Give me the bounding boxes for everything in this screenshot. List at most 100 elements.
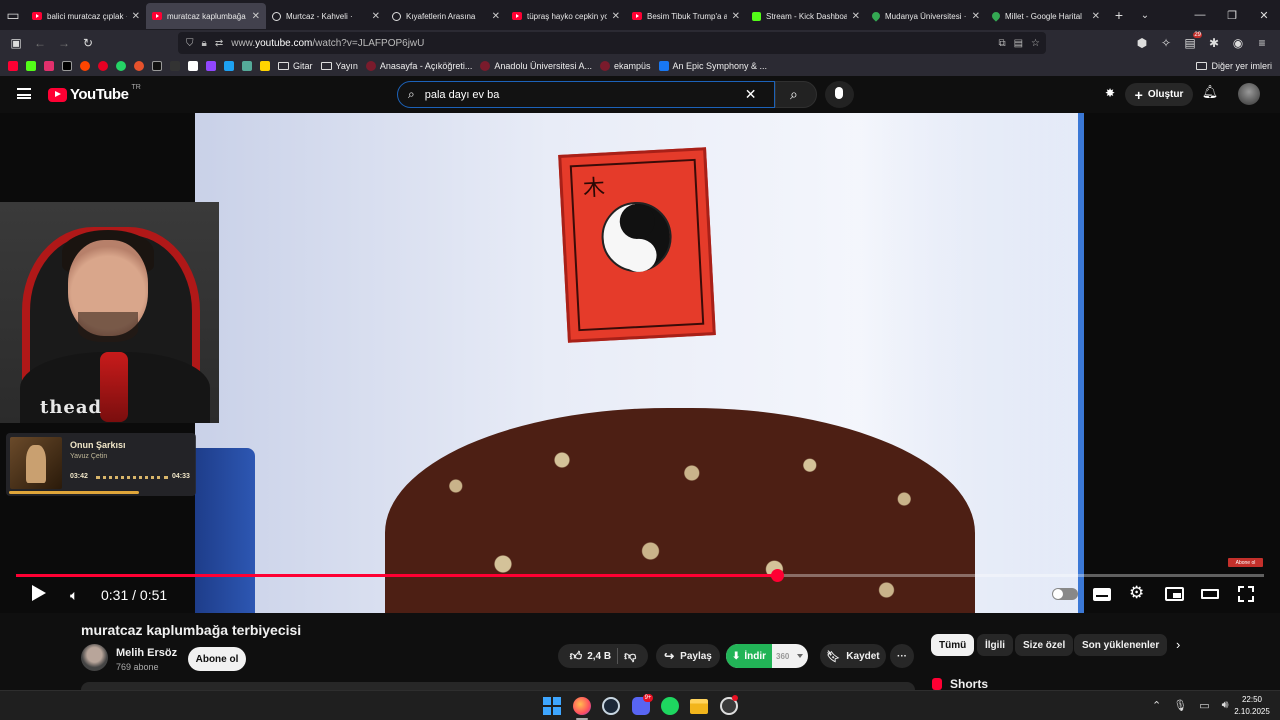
extension-badge-icon[interactable]: ▤ 29 [1178,32,1202,50]
search-button[interactable]: ⌕ [775,81,817,108]
subscribe-button[interactable]: Abone ol [188,647,246,671]
picture-in-picture-icon[interactable]: ⧉ [998,38,1005,49]
back-button[interactable]: ← [28,36,52,50]
bookmark-icon-8[interactable] [134,61,144,71]
close-tab-icon[interactable]: ✕ [492,11,500,22]
reload-button[interactable]: ↻ [76,36,100,50]
tray-microphone-icon[interactable]: 🎙︎ [1173,699,1187,712]
spotify-icon[interactable] [661,697,679,715]
settings-gear-icon[interactable]: ⚙ [1129,583,1144,603]
close-tab-icon[interactable]: ✕ [1092,11,1100,22]
video-frame[interactable]: ⽊ [195,113,1084,613]
forward-button[interactable]: → [52,36,76,50]
shield-icon[interactable]: ⛉ [186,38,194,49]
video-player[interactable]: ⽊ thead Onun Şarkısı Yavuz Çetin 03:42 0… [0,113,1280,613]
other-bookmarks[interactable]: Diğer yer imleri [1196,61,1272,71]
notifications-bell-icon[interactable]: 🔔︎ [1200,84,1220,104]
chip-for-you[interactable]: Size özel [1015,634,1074,656]
profile-icon[interactable]: ◉ [1226,36,1250,50]
voice-search-button[interactable] [825,81,854,108]
bookmark-icon-15[interactable] [260,61,270,71]
chip-recently-uploaded[interactable]: Son yüklenenler [1074,634,1168,656]
url-bar[interactable]: ⛉ 🔒︎ ⇄ www.youtube.com/watch?v=JLAFPOP6j… [178,32,1046,54]
chip-all[interactable]: Tümü [931,634,975,656]
close-window-button[interactable]: ✕ [1248,9,1280,22]
browser-tab[interactable]: Millet - Google Harital ✕ [986,3,1106,29]
resolution-dropdown-icon[interactable] [797,654,804,658]
windows-start-icon[interactable] [543,697,561,715]
bookmark-anadolu[interactable]: Anadolu Üniversitesi A... [480,61,592,71]
bookmark-epic-symphony[interactable]: An Epic Symphony & ... [658,61,767,71]
browser-tab[interactable]: balici muratcaz çıplak · ✕ [26,3,146,29]
lock-icon[interactable]: 🔒︎ [202,38,207,49]
save-button[interactable]: 🔖︎ Kaydet [820,644,886,668]
new-tab-button[interactable]: + [1106,7,1132,23]
tray-overflow-chevron-icon[interactable]: ⌃ [1152,699,1161,712]
bookmark-icon-13[interactable] [224,61,234,71]
browser-tab[interactable]: muratcaz kaplumbağa ✕ [146,3,266,29]
bookmark-gitar[interactable]: Gitar [278,61,313,71]
like-button[interactable]: 👍︎ 2,4 B [570,649,611,664]
autoplay-toggle[interactable] [1052,588,1078,600]
theater-mode-icon[interactable] [1201,589,1219,599]
subtitles-icon[interactable] [1093,588,1111,601]
tray-display-icon[interactable]: ▭ [1199,699,1209,712]
browser-tab[interactable]: Stream - Kick Dashboa ✕ [746,3,866,29]
dislike-button[interactable]: 👎︎ [624,649,636,664]
reddit-bookmark-icon[interactable] [80,61,90,71]
browser-tab[interactable]: Besim Tibuk Trump'a a ✕ [626,3,746,29]
steam-icon[interactable] [602,697,620,715]
volume-icon[interactable]: 🔈︎ [70,587,78,604]
x-bookmark-icon[interactable] [62,61,72,71]
sidebar-toggle-icon[interactable]: ▣ [4,36,28,50]
bookmark-icon-11[interactable] [188,61,198,71]
youtube-studio-icon[interactable]: ✸ [1102,86,1118,102]
search-input[interactable] [424,88,735,101]
extensions-puzzle-icon[interactable]: ✧ [1154,36,1178,50]
close-tab-icon[interactable]: ✕ [612,11,620,22]
channel-avatar[interactable] [81,644,108,671]
more-actions-button[interactable]: ··· [890,644,914,668]
create-button[interactable]: + Oluştur [1125,83,1193,106]
bookmark-yayin[interactable]: Yayın [320,61,358,71]
tab-list-icon[interactable]: ▭ [0,7,26,24]
tiktok-bookmark-icon[interactable] [152,61,162,71]
bookmark-anasayfa[interactable]: Anasayfa - Açıköğreti... [365,61,472,71]
subscribe-watermark[interactable]: Abone ol [1228,558,1263,567]
chip-related[interactable]: İlgili [977,634,1013,656]
browser-tab[interactable]: tüpraş hayko cepkin yo ✕ [506,3,626,29]
tab-overflow-chevron-icon[interactable]: ⌄ [1132,10,1158,21]
close-tab-icon[interactable]: ✕ [972,11,980,22]
search-box[interactable]: ⌕ ✕ [397,81,775,108]
bookmark-icon-10[interactable] [170,61,180,71]
share-button[interactable]: ↪ Paylaş [656,644,720,668]
bookmark-star-icon[interactable]: ☆ [1031,38,1040,49]
browser-tab[interactable]: Mudanya Üniversitesi · ✕ [866,3,986,29]
pinterest-bookmark-icon[interactable] [98,61,108,71]
file-explorer-icon[interactable] [690,699,708,714]
extension-icon[interactable]: ⬢ [1130,36,1154,50]
browser-tab[interactable]: Murtcaz - Kahveli · ✕ [266,3,386,29]
browser-tab[interactable]: Kıyafetlerin Arasına ✕ [386,3,506,29]
close-tab-icon[interactable]: ✕ [732,11,740,22]
reader-view-icon[interactable]: ▤ [1014,38,1023,49]
firefox-icon[interactable] [573,697,591,715]
bookmark-ekampus[interactable]: ekampüs [599,61,651,71]
clock[interactable]: 22:50 2.10.2025 [1228,694,1276,718]
instagram-bookmark-icon[interactable] [44,61,54,71]
youtube-logo[interactable]: YouTube TR [48,84,141,103]
whatsapp-bookmark-icon[interactable] [116,61,126,71]
play-icon[interactable] [32,585,46,601]
close-tab-icon[interactable]: ✕ [372,11,380,22]
twitch-bookmark-icon[interactable] [206,61,216,71]
fullscreen-icon[interactable] [1238,586,1254,602]
restore-button[interactable]: ❐ [1216,9,1248,22]
download-button[interactable]: ⬇ İndir [726,644,772,668]
channel-name[interactable]: Melih Ersöz [116,647,177,659]
menu-icon[interactable]: ≡ [1250,36,1274,50]
extension-icon-2[interactable]: ✱ [1202,36,1226,50]
clear-search-icon[interactable]: ✕ [745,86,757,103]
permissions-icon[interactable]: ⇄ [215,38,223,49]
close-tab-icon[interactable]: ✕ [132,11,140,22]
minimize-button[interactable]: — [1184,9,1216,21]
